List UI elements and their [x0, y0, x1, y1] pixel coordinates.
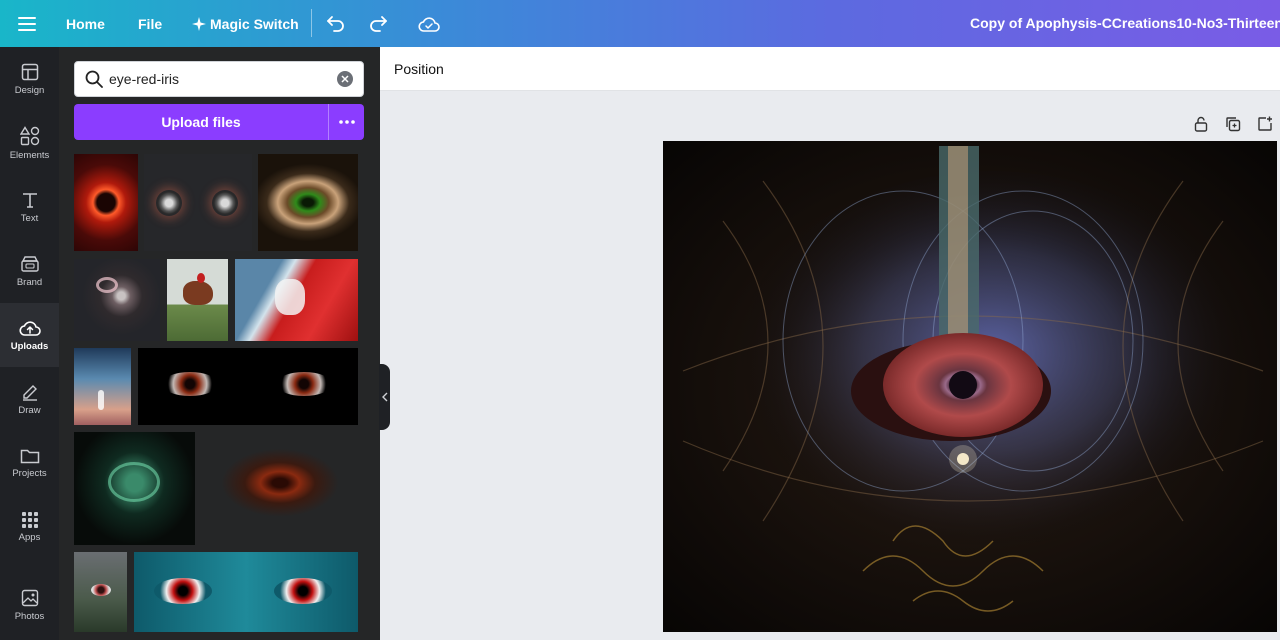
- sidebar-item-text[interactable]: Text: [0, 175, 59, 239]
- brand-icon: [20, 255, 39, 272]
- sidebar-item-label: Elements: [9, 149, 50, 161]
- sidebar-item-design[interactable]: Design: [0, 47, 59, 111]
- fractal-artwork: [663, 141, 1277, 632]
- home-button[interactable]: Home: [66, 0, 105, 47]
- chevron-left-icon: [381, 392, 387, 402]
- upload-thumbnail[interactable]: [74, 259, 160, 341]
- upload-options-button[interactable]: [328, 104, 364, 140]
- folder-icon: [20, 449, 39, 463]
- sidebar-item-photos[interactable]: Photos: [0, 573, 59, 637]
- sidebar-item-label: Brand: [16, 276, 43, 288]
- upload-thumbnail[interactable]: [74, 154, 138, 251]
- more-horizontal-icon: [338, 120, 355, 124]
- sparkle-icon: [192, 16, 206, 31]
- sidebar-item-uploads[interactable]: Uploads: [0, 303, 59, 367]
- sidebar-item-brand[interactable]: Brand: [0, 239, 59, 303]
- sidebar-item-label: Uploads: [10, 340, 49, 352]
- cloud-save-status[interactable]: [418, 0, 440, 47]
- magic-switch-label: Magic Switch: [210, 15, 299, 32]
- lock-icon: [1194, 116, 1208, 132]
- page-tools: [1180, 113, 1276, 135]
- pen-draw-icon: [22, 384, 37, 401]
- search-box: [74, 61, 364, 97]
- context-toolbar: Position: [380, 47, 1280, 91]
- sidebar-item-label: Projects: [12, 467, 47, 479]
- cloud-upload-icon: [18, 320, 41, 336]
- undo-button[interactable]: [326, 0, 346, 47]
- design-icon: [21, 63, 38, 80]
- file-menu-button[interactable]: File: [138, 0, 162, 47]
- upload-thumbnail[interactable]: [134, 552, 358, 632]
- apps-grid-icon: [21, 511, 38, 528]
- upload-files-button-group: Upload files: [74, 104, 364, 140]
- sidebar-item-label: Photos: [14, 610, 45, 622]
- sidebar-item-label: Text: [20, 212, 39, 224]
- upload-thumbnail[interactable]: [258, 154, 358, 251]
- design-canvas[interactable]: [663, 141, 1277, 632]
- upload-thumbnail[interactable]: [74, 432, 195, 545]
- uploads-panel: Upload files: [59, 47, 380, 640]
- sidebar-item-draw[interactable]: Draw: [0, 367, 59, 431]
- search-input[interactable]: [109, 71, 329, 87]
- document-title[interactable]: Copy of Apophysis-CCreations10-No3-Thirt…: [970, 0, 1280, 47]
- upload-thumbnail[interactable]: [74, 552, 127, 632]
- sidebar-item-label: Apps: [18, 531, 41, 543]
- add-page-icon: [1258, 116, 1272, 131]
- clear-search-button[interactable]: [337, 71, 353, 87]
- upload-thumbnail[interactable]: [235, 259, 358, 341]
- upload-thumbnail[interactable]: [144, 154, 252, 251]
- sidebar-item-label: Draw: [18, 404, 41, 416]
- duplicate-icon: [1226, 117, 1241, 132]
- sidebar-item-label: Design: [14, 84, 45, 96]
- upload-thumbnail[interactable]: [138, 348, 358, 425]
- upload-thumbnail[interactable]: [167, 259, 228, 341]
- lock-page-button[interactable]: [1190, 113, 1212, 135]
- cloud-check-icon: [418, 16, 440, 32]
- add-page-button[interactable]: [1254, 113, 1276, 135]
- hamburger-icon: [18, 16, 36, 31]
- magic-switch-button[interactable]: Magic Switch: [192, 0, 299, 47]
- position-button[interactable]: Position: [392, 56, 446, 82]
- top-bar: Home File Magic Switch Copy of Apophysis…: [0, 0, 1280, 47]
- collapse-panel-button[interactable]: [379, 364, 390, 430]
- shapes-icon: [19, 125, 39, 145]
- text-icon: [22, 192, 37, 208]
- menu-button[interactable]: [18, 0, 36, 47]
- close-icon: [341, 75, 349, 83]
- upload-files-button[interactable]: Upload files: [74, 114, 328, 130]
- duplicate-page-button[interactable]: [1222, 113, 1244, 135]
- left-sidebar: Design Elements Text Brand Uploads Draw …: [0, 47, 59, 640]
- sidebar-item-elements[interactable]: Elements: [0, 111, 59, 175]
- redo-icon: [370, 15, 387, 32]
- redo-button[interactable]: [368, 0, 388, 47]
- upload-thumbnail[interactable]: [74, 348, 131, 425]
- search-icon: [85, 70, 103, 88]
- upload-thumbnail[interactable]: [202, 432, 358, 545]
- sidebar-item-projects[interactable]: Projects: [0, 431, 59, 495]
- photo-icon: [21, 589, 38, 606]
- sidebar-item-apps[interactable]: Apps: [0, 495, 59, 559]
- toolbar-divider: [311, 9, 312, 37]
- undo-icon: [327, 15, 344, 32]
